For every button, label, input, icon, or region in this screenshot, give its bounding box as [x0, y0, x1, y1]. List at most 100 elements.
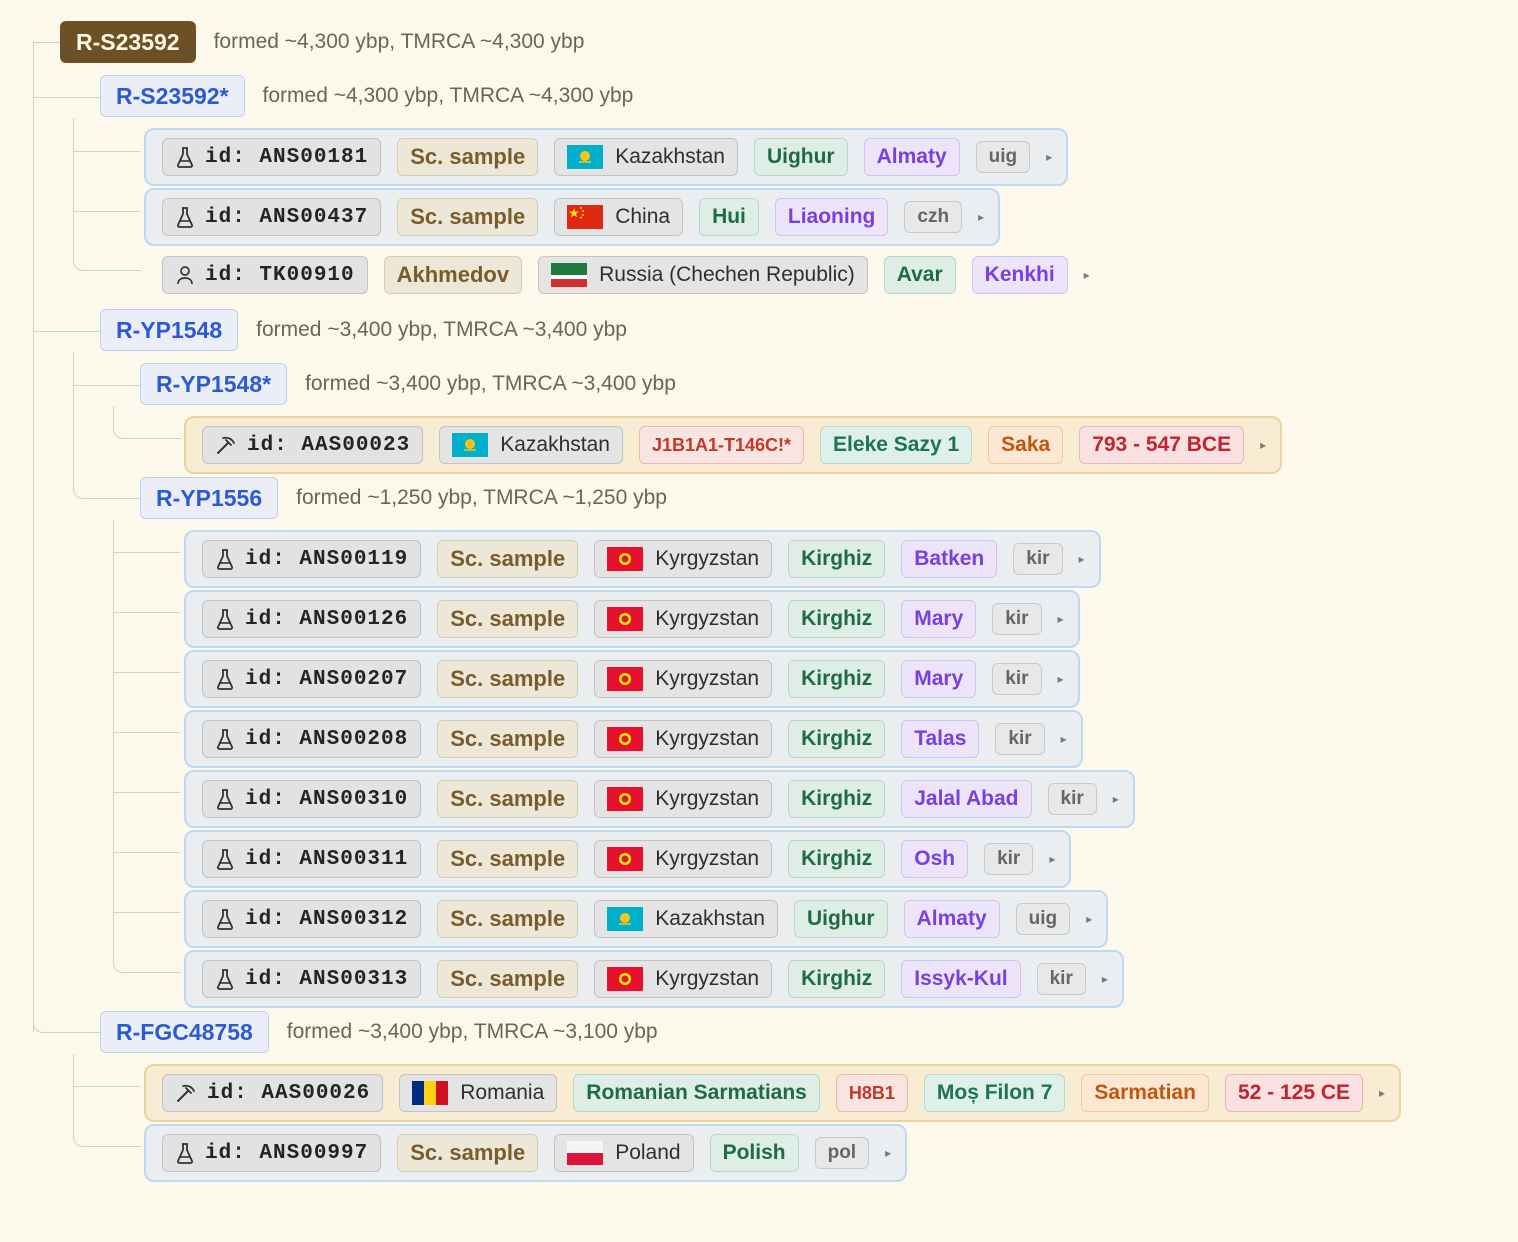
region-chip[interactable]: Almaty — [863, 138, 960, 176]
haplogroup-label[interactable]: R-YP1548 — [100, 309, 239, 351]
ethnic-chip[interactable]: Uighur — [753, 138, 848, 176]
country-chip[interactable]: Kazakhstan — [554, 138, 738, 176]
sample-id-chip[interactable]: id: ANS00311 — [202, 840, 422, 878]
sc-chip[interactable]: Sc. sample — [437, 660, 579, 698]
sample-row[interactable]: id: TK00910 Akhmedov Russia (Chechen Repub… — [144, 246, 1106, 304]
sample-row[interactable]: id: ANS00437 Sc. sample China Hui Liaoning cz… — [144, 188, 1001, 246]
expand-arrow-icon[interactable]: ▸ — [1058, 612, 1064, 626]
ethnic-chip[interactable]: Romanian Sarmatians — [573, 1074, 820, 1112]
sample-row[interactable]: id: ANS00207 Sc. sample Kyrgyzstan Kirghiz M… — [184, 650, 1080, 708]
country-chip[interactable]: Kyrgyzstan — [594, 600, 773, 638]
region-chip[interactable]: Mary — [901, 660, 977, 698]
sample-id-chip[interactable]: id: ANS00310 — [202, 780, 422, 818]
lang-chip[interactable]: kir — [1036, 963, 1086, 995]
date-chip[interactable]: 52 - 125 CE — [1224, 1074, 1364, 1112]
expand-arrow-icon[interactable]: ▸ — [1260, 438, 1266, 452]
sample-id-chip[interactable]: id: ANS00313 — [202, 960, 422, 998]
sample-id-chip[interactable]: id: AAS00023 — [202, 426, 424, 464]
lang-chip[interactable]: uig — [975, 141, 1031, 173]
expand-arrow-icon[interactable]: ▸ — [1049, 852, 1055, 866]
country-chip[interactable]: Kyrgyzstan — [594, 840, 773, 878]
culture-chip[interactable]: Sarmatian — [1081, 1074, 1209, 1112]
lang-chip[interactable]: czh — [904, 201, 963, 233]
lang-chip[interactable]: kir — [984, 843, 1034, 875]
sc-chip[interactable]: Sc. sample — [397, 138, 539, 176]
culture-chip[interactable]: Saka — [988, 426, 1064, 464]
lang-chip[interactable]: kir — [995, 723, 1045, 755]
sample-row[interactable]: id: ANS00313 Sc. sample Kyrgyzstan Kirghiz I… — [184, 950, 1124, 1008]
lang-chip[interactable]: kir — [992, 663, 1042, 695]
region-chip[interactable]: Kenkhi — [971, 256, 1068, 294]
region-chip[interactable]: Almaty — [903, 900, 1000, 938]
expand-arrow-icon[interactable]: ▸ — [1061, 732, 1067, 746]
sc-chip[interactable]: Sc. sample — [397, 198, 539, 236]
sample-row[interactable]: id: ANS00311 Sc. sample Kyrgyzstan Kirghiz O… — [184, 830, 1072, 888]
sample-id-chip[interactable]: id: ANS00208 — [202, 720, 422, 758]
sc-chip[interactable]: Sc. sample — [437, 720, 579, 758]
country-chip[interactable]: Kyrgyzstan — [594, 540, 773, 578]
sample-id-chip[interactable]: id: ANS00126 — [202, 600, 422, 638]
haplogroup-label[interactable]: R-FGC48758 — [100, 1011, 269, 1053]
mt-chip[interactable]: J1B1A1-T146C!* — [638, 426, 805, 464]
ethnic-chip[interactable]: Avar — [883, 256, 956, 294]
region-chip[interactable]: Osh — [901, 840, 969, 878]
ethnic-chip[interactable]: Uighur — [793, 900, 888, 938]
sample-row[interactable]: id: ANS00119 Sc. sample Kyrgyzstan Kirghiz B… — [184, 530, 1101, 588]
country-chip[interactable]: Poland — [554, 1134, 694, 1172]
sample-row[interactable]: id: ANS00126 Sc. sample Kyrgyzstan Kirghiz M… — [184, 590, 1080, 648]
ethnic-chip[interactable]: Polish — [709, 1134, 799, 1172]
sample-id-chip[interactable]: id: ANS00207 — [202, 660, 422, 698]
country-chip[interactable]: Romania — [399, 1074, 558, 1112]
expand-arrow-icon[interactable]: ▸ — [1058, 672, 1064, 686]
sample-row[interactable]: id: AAS00023 Kazakhstan J1B1A1-T146C!* Elek… — [184, 416, 1283, 474]
sc-chip[interactable]: Akhmedov — [383, 256, 523, 294]
country-chip[interactable]: Kazakhstan — [439, 426, 623, 464]
sample-row[interactable]: id: AAS00026 Romania Romanian Sarmatians H8… — [144, 1064, 1402, 1122]
haplogroup-label[interactable]: R-S23592* — [100, 75, 245, 117]
sample-id-chip[interactable]: id: ANS00437 — [162, 198, 382, 236]
site-chip[interactable]: Moș Filon 7 — [923, 1074, 1066, 1112]
expand-arrow-icon[interactable]: ▸ — [1086, 912, 1092, 926]
country-chip[interactable]: Kyrgyzstan — [594, 660, 773, 698]
country-chip[interactable]: Kazakhstan — [594, 900, 778, 938]
country-chip[interactable]: Russia (Chechen Republic) — [538, 256, 868, 294]
ethnic-chip[interactable]: Kirghiz — [788, 840, 886, 878]
lang-chip[interactable]: pol — [814, 1137, 870, 1169]
haplogroup-label[interactable]: R-YP1556 — [140, 477, 279, 519]
date-chip[interactable]: 793 - 547 BCE — [1079, 426, 1245, 464]
expand-arrow-icon[interactable]: ▸ — [1079, 552, 1085, 566]
country-chip[interactable]: Kyrgyzstan — [594, 720, 773, 758]
ethnic-chip[interactable]: Hui — [699, 198, 759, 236]
region-chip[interactable]: Talas — [901, 720, 980, 758]
expand-arrow-icon[interactable]: ▸ — [1113, 792, 1119, 806]
sc-chip[interactable]: Sc. sample — [437, 540, 579, 578]
lang-chip[interactable]: kir — [1013, 543, 1063, 575]
ethnic-chip[interactable]: Kirghiz — [788, 960, 886, 998]
country-chip[interactable]: Kyrgyzstan — [594, 960, 773, 998]
lang-chip[interactable]: kir — [1047, 783, 1097, 815]
lang-chip[interactable]: uig — [1015, 903, 1071, 935]
mt-chip[interactable]: H8B1 — [835, 1074, 908, 1112]
region-chip[interactable]: Batken — [901, 540, 998, 578]
region-chip[interactable]: Issyk-Kul — [901, 960, 1021, 998]
sample-id-chip[interactable]: id: ANS00312 — [202, 900, 422, 938]
sc-chip[interactable]: Sc. sample — [437, 780, 579, 818]
sample-row[interactable]: id: ANS00997 Sc. sample Poland Polish pol ▸ — [144, 1124, 908, 1182]
sc-chip[interactable]: Sc. sample — [437, 600, 579, 638]
sample-row[interactable]: id: ANS00181 Sc. sample Kazakhstan Uighur Al… — [144, 128, 1069, 186]
sc-chip[interactable]: Sc. sample — [437, 900, 579, 938]
expand-arrow-icon[interactable]: ▸ — [1379, 1086, 1385, 1100]
sample-id-chip[interactable]: id: ANS00181 — [162, 138, 382, 176]
expand-arrow-icon[interactable]: ▸ — [1084, 268, 1090, 282]
sample-id-chip[interactable]: id: ANS00997 — [162, 1134, 382, 1172]
sample-row[interactable]: id: ANS00312 Sc. sample Kazakhstan Uighur Al… — [184, 890, 1109, 948]
haplogroup-label[interactable]: R-YP1548* — [140, 363, 288, 405]
region-chip[interactable]: Liaoning — [774, 198, 889, 236]
sample-id-chip[interactable]: id: AAS00026 — [162, 1074, 384, 1112]
country-chip[interactable]: Kyrgyzstan — [594, 780, 773, 818]
expand-arrow-icon[interactable]: ▸ — [885, 1146, 891, 1160]
lang-chip[interactable]: kir — [992, 603, 1042, 635]
sample-row[interactable]: id: ANS00310 Sc. sample Kyrgyzstan Kirghiz J… — [184, 770, 1135, 828]
country-chip[interactable]: China — [554, 198, 684, 236]
expand-arrow-icon[interactable]: ▸ — [1102, 972, 1108, 986]
